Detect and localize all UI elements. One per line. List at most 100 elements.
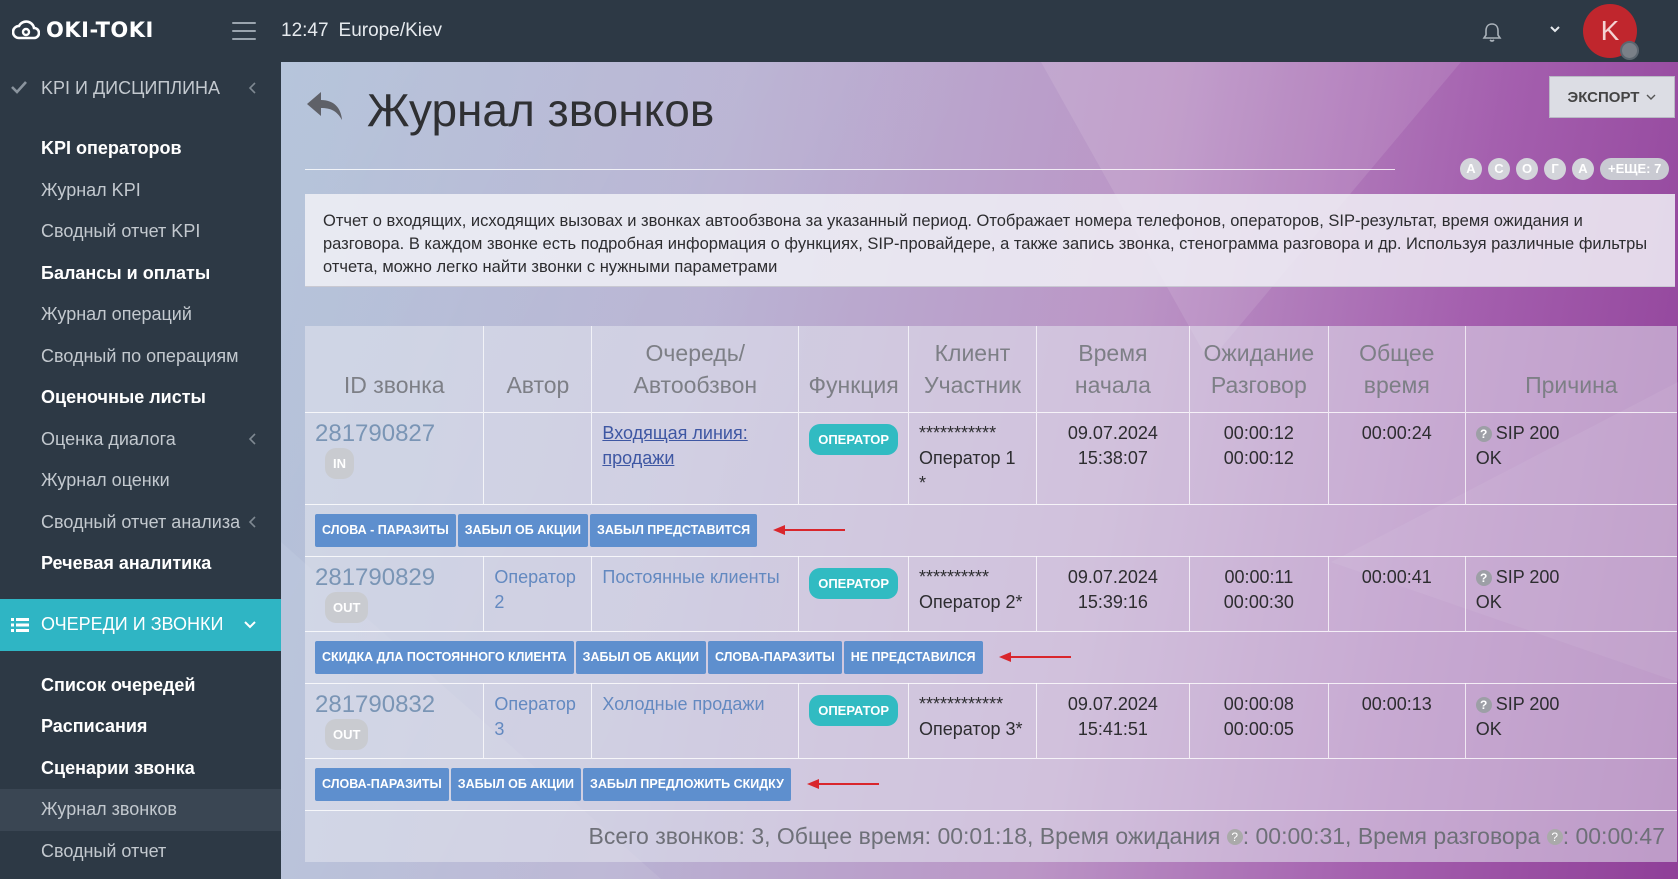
sidebar-item[interactable]: Сводный отчет <box>0 831 281 873</box>
author-link[interactable]: Оператор 2 <box>494 567 575 612</box>
speech-tag[interactable]: ЗАБЫЛ ОБ АКЦИИ <box>450 767 582 801</box>
queue-link[interactable]: Постоянные клиенты <box>602 567 779 587</box>
sidebar-section-kpi[interactable]: KPI И ДИСЦИПЛИНА <box>0 62 281 114</box>
sidebar-item[interactable]: Журнал звонков <box>0 789 281 831</box>
column-header-id[interactable]: ID звонка <box>305 326 485 412</box>
logo[interactable]: OKI-TOKI <box>12 18 154 42</box>
table-row[interactable]: 281790827IN Входящая линия: продажи ОПЕРАТО… <box>305 411 1677 504</box>
column-header-wait-talk[interactable]: Ожидание Разговор <box>1189 326 1329 412</box>
sidebar-item[interactable]: Оценка диалога <box>0 419 281 461</box>
menu-toggle-icon[interactable] <box>232 22 256 40</box>
total-time-cell: 00:00:41 <box>1328 555 1466 631</box>
sidebar-item[interactable]: Список очередей <box>0 665 281 707</box>
total-time: 00:00:24 <box>1361 422 1432 443</box>
wait-talk-cell: 00:00:12 00:00:12 <box>1189 411 1329 504</box>
sidebar-item[interactable]: Журнал оценки <box>0 460 281 502</box>
call-id-link[interactable]: 281790832 <box>315 691 435 718</box>
user-chip[interactable]: А <box>1460 158 1482 180</box>
column-header-queue[interactable]: Очередь/Автообзвон <box>591 326 800 412</box>
current-time: 12:47 <box>281 20 329 41</box>
cloud-logo-icon <box>12 20 40 40</box>
more-chips-button[interactable]: +ЕЩЕ: 7 <box>1600 158 1670 180</box>
sidebar-item[interactable]: Оценочные листы <box>0 377 281 419</box>
table-row[interactable]: 281790832OUT Оператор 3 Холодные продажи ОПЕ… <box>305 682 1677 758</box>
client-cell: ************ Оператор 3* <box>908 682 1037 758</box>
sidebar-item-label: Сценарии звонка <box>41 757 195 778</box>
sidebar-item[interactable]: Речевая аналитика <box>0 543 281 585</box>
client-cell: *********** Оператор 1 * <box>908 411 1037 504</box>
client-number: ************ <box>919 693 1004 714</box>
speech-tag[interactable]: СЛОВА-ПАРАЗИТЫ <box>315 767 449 801</box>
sidebar-item-label: Балансы и оплаты <box>41 262 211 283</box>
sidebar-item[interactable]: Журнал KPI <box>0 170 281 212</box>
call-id-link[interactable]: 281790829 <box>315 564 435 591</box>
sidebar-item-label: Журнал оценки <box>41 470 170 491</box>
summary-cell: Всего звонков: 3, Общее время: 00:01:18,… <box>305 809 1677 862</box>
column-header-author[interactable]: Автор <box>483 326 593 412</box>
sidebar-item-label: Журнал звонков <box>41 799 177 820</box>
talk-time: 00:00:30 <box>1223 591 1294 612</box>
red-arrow-icon <box>806 779 879 789</box>
back-arrow-icon[interactable] <box>305 90 345 124</box>
table-row[interactable]: 281790829OUT Оператор 2 Постоянные клиенты О… <box>305 555 1677 631</box>
queue-link[interactable]: Холодные продажи <box>602 694 764 714</box>
speech-tag[interactable]: СЛОВА-ПАРАЗИТЫ <box>707 640 842 674</box>
sidebar-item[interactable]: Сводный отчет KPI <box>0 211 281 253</box>
sidebar-item[interactable]: Балансы и оплаты <box>0 253 281 295</box>
sidebar-item[interactable]: Сводный по операциям <box>0 336 281 378</box>
question-icon[interactable]: ? <box>1475 696 1492 713</box>
queue-cell: Постоянные клиенты <box>591 555 800 631</box>
question-icon[interactable]: ? <box>1475 569 1492 586</box>
speech-tag[interactable]: ЗАБЫЛ ОБ АКЦИИ <box>575 640 706 674</box>
user-chip[interactable]: А <box>1572 158 1594 180</box>
function-badge: ОПЕРАТОР <box>809 694 899 726</box>
speech-tag[interactable]: НЕ ПРЕДСТАВИЛСЯ <box>843 640 983 674</box>
sidebar-item[interactable]: Сценарии звонка <box>0 748 281 790</box>
direction-badge: IN <box>325 447 354 479</box>
export-button[interactable]: ЭКСПОРТ <box>1549 76 1675 118</box>
reason-code: SIP 200 <box>1495 422 1560 443</box>
column-header-start-time[interactable]: Время начала <box>1036 326 1190 412</box>
user-chip[interactable]: О <box>1516 158 1538 180</box>
author-link[interactable]: Оператор 3 <box>494 694 575 739</box>
chevron-left-icon <box>248 82 256 94</box>
author-cell <box>483 411 593 504</box>
start-time: 15:39:16 <box>1077 591 1148 612</box>
sidebar-item[interactable]: KPI операторов <box>0 128 281 170</box>
speech-tag[interactable]: СКИДКА ДЛА ПОСТОЯННОГО КЛИЕНТА <box>315 640 574 674</box>
chevron-left-icon <box>248 433 256 445</box>
column-header-client[interactable]: Клиент Участник <box>908 326 1037 412</box>
question-icon[interactable]: ? <box>1475 425 1492 442</box>
user-chip[interactable]: Г <box>1544 158 1566 180</box>
chevron-down-icon[interactable] <box>1548 22 1562 36</box>
sidebar-item[interactable]: Журнал операций <box>0 294 281 336</box>
direction-badge: OUT <box>325 718 369 750</box>
start-time-cell: 09.07.2024 15:38:07 <box>1036 411 1190 504</box>
speech-tag[interactable]: ЗАБЫЛ ОБ АКЦИИ <box>457 513 588 547</box>
start-time: 15:41:51 <box>1077 718 1148 739</box>
question-icon[interactable]: ? <box>1546 828 1563 845</box>
export-label: ЭКСПОРТ <box>1567 88 1640 106</box>
column-header-total-time[interactable]: Общее время <box>1328 326 1466 412</box>
sidebar-item[interactable]: Сводный отчет анализа <box>0 502 281 544</box>
speech-tag[interactable]: ЗАБЫЛ ПРЕДСТАВИТСЯ <box>589 513 758 547</box>
red-arrow-icon <box>773 525 846 535</box>
column-header-function[interactable]: Функция <box>798 326 910 412</box>
sidebar-item-label: Список очередей <box>41 674 196 695</box>
sidebar-section-queues[interactable]: ОЧЕРЕДИ И ЗВОНКИ <box>0 598 281 651</box>
speech-tag[interactable]: СЛОВА - ПАРАЗИТЫ <box>315 513 456 547</box>
call-id-link[interactable]: 281790827 <box>315 420 435 447</box>
bell-icon[interactable] <box>1481 21 1503 43</box>
sidebar-item-label: Сводный отчет анализа <box>41 511 241 532</box>
client-cell: ********** Оператор 2* <box>908 555 1037 631</box>
speech-tag[interactable]: ЗАБЫЛ ПРЕДЛОЖИТЬ СКИДКУ <box>583 767 791 801</box>
call-id-cell: 281790827IN <box>305 411 485 504</box>
sidebar-item-label: Оценка диалога <box>41 428 176 449</box>
queue-link[interactable]: Входящая линия: продажи <box>602 423 747 468</box>
column-header-reason[interactable]: Причина <box>1465 326 1677 412</box>
tags-cell: СЛОВА-ПАРАЗИТЫ ЗАБЫЛ ОБ АКЦИИ ЗАБЫЛ ПРЕДЛО… <box>305 757 1677 810</box>
summary-row: Всего звонков: 3, Общее время: 00:01:18,… <box>305 809 1677 862</box>
question-icon[interactable]: ? <box>1226 828 1243 845</box>
user-chip[interactable]: С <box>1488 158 1510 180</box>
sidebar-item[interactable]: Расписания <box>0 706 281 748</box>
